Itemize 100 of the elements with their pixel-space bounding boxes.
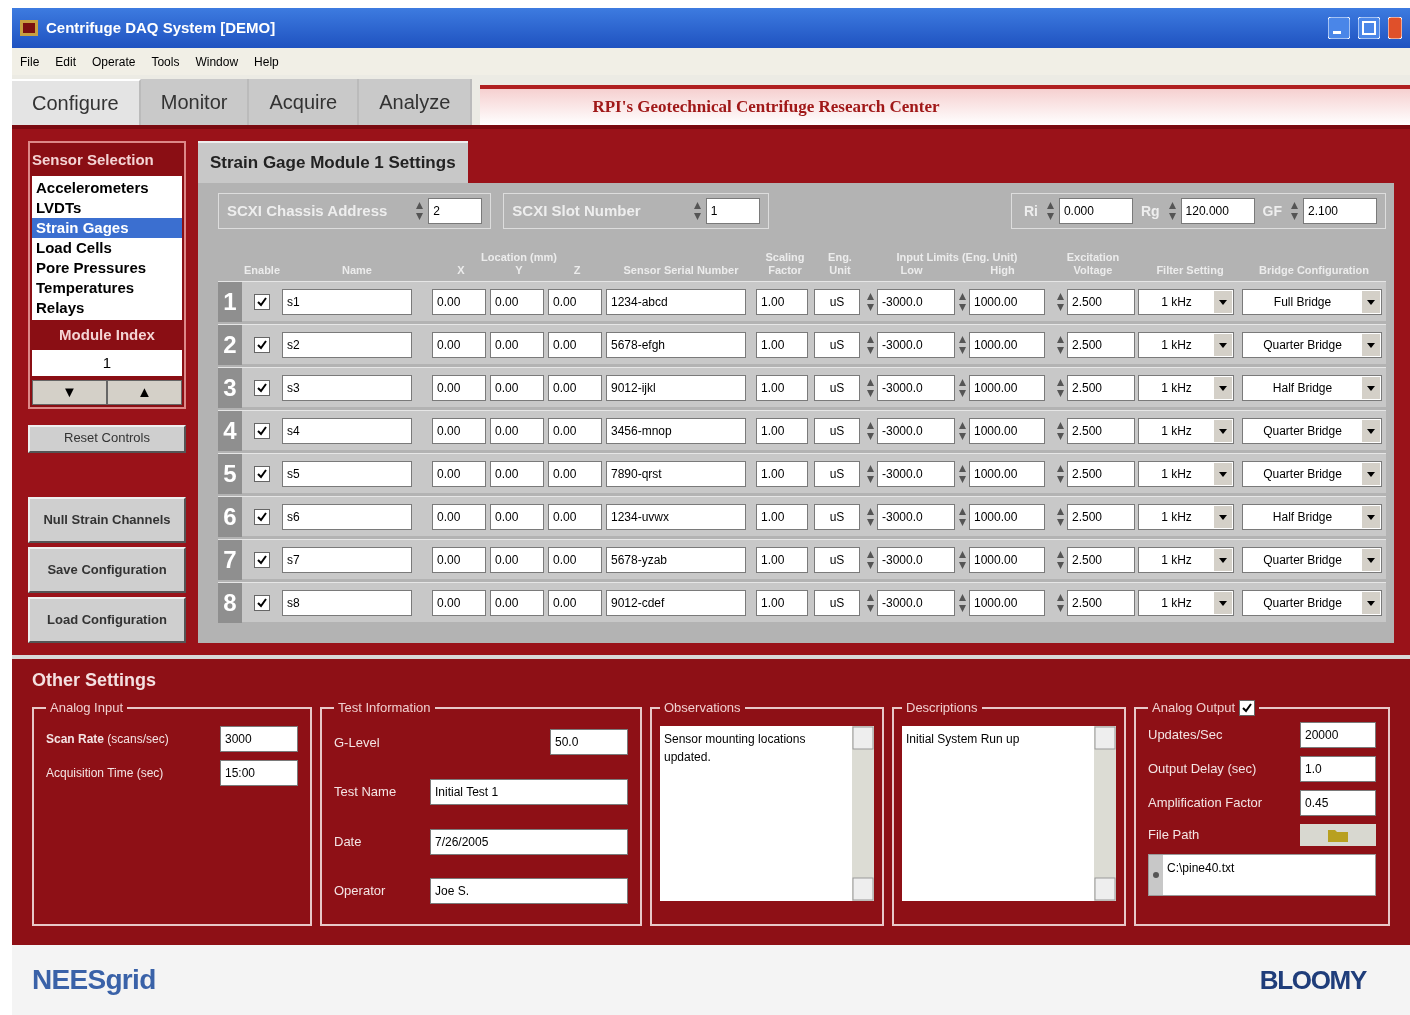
param-field[interactable]: 2.100 bbox=[1303, 198, 1377, 224]
low-field[interactable]: -3000.0 bbox=[877, 547, 955, 573]
high-field[interactable]: 1000.00 bbox=[969, 590, 1045, 616]
filter-dropdown[interactable]: 1 kHz bbox=[1138, 375, 1234, 401]
menu-item[interactable]: File bbox=[20, 52, 40, 71]
scaling-field[interactable]: 1.00 bbox=[756, 289, 808, 315]
filter-dropdown[interactable]: 1 kHz bbox=[1138, 461, 1234, 487]
serial-field[interactable]: 9012-ijkl bbox=[606, 375, 746, 401]
filter-dropdown[interactable]: 1 kHz bbox=[1138, 418, 1234, 444]
action-button[interactable]: Save Configuration bbox=[28, 547, 186, 593]
unit-field[interactable]: uS bbox=[814, 332, 860, 358]
output-field[interactable]: 1.0 bbox=[1300, 755, 1376, 782]
excitation-field[interactable]: 2.500 bbox=[1067, 547, 1135, 573]
y-field[interactable]: 0.00 bbox=[490, 418, 544, 444]
output-field[interactable]: 0.45 bbox=[1300, 789, 1376, 816]
param-field[interactable]: 120.000 bbox=[1180, 198, 1255, 224]
name-field[interactable]: s2 bbox=[282, 332, 412, 358]
spinner-icon[interactable] bbox=[958, 334, 967, 356]
menu-item[interactable]: Tools bbox=[151, 52, 180, 71]
action-button[interactable]: Null Strain Channels bbox=[28, 497, 186, 543]
spinner-icon[interactable] bbox=[1056, 549, 1065, 571]
name-field[interactable]: s1 bbox=[282, 289, 412, 315]
list-item[interactable]: Relays bbox=[32, 297, 182, 318]
high-field[interactable]: 1000.00 bbox=[969, 547, 1045, 573]
x-field[interactable]: 0.00 bbox=[432, 289, 486, 315]
checkbox[interactable] bbox=[254, 595, 270, 611]
x-field[interactable]: 0.00 bbox=[432, 332, 486, 358]
action-button[interactable]: Load Configuration bbox=[28, 597, 186, 643]
spinner-icon[interactable] bbox=[958, 463, 967, 485]
serial-field[interactable]: 5678-efgh bbox=[606, 332, 746, 358]
spinner-icon[interactable] bbox=[958, 592, 967, 614]
unit-field[interactable]: uS bbox=[814, 590, 860, 616]
tab[interactable]: Analyze bbox=[359, 79, 473, 125]
slot-field[interactable]: 1 bbox=[705, 198, 760, 224]
unit-field[interactable]: uS bbox=[814, 375, 860, 401]
excitation-field[interactable]: 2.500 bbox=[1067, 461, 1135, 487]
spinner-icon[interactable] bbox=[866, 334, 875, 356]
chassis-field[interactable]: 2 bbox=[428, 198, 483, 224]
spinner-icon[interactable] bbox=[866, 463, 875, 485]
spinner-icon[interactable] bbox=[866, 592, 875, 614]
name-field[interactable]: s5 bbox=[282, 461, 412, 487]
spinner-icon[interactable] bbox=[692, 200, 702, 222]
checkbox[interactable] bbox=[254, 509, 270, 525]
checkbox[interactable] bbox=[254, 466, 270, 482]
unit-field[interactable]: uS bbox=[814, 461, 860, 487]
bridge-dropdown[interactable]: Quarter Bridge bbox=[1242, 418, 1382, 444]
spinner-icon[interactable] bbox=[866, 506, 875, 528]
serial-field[interactable]: 1234-uvwx bbox=[606, 504, 746, 530]
module-tab[interactable]: Strain Gage Module 1 Settings bbox=[198, 141, 468, 183]
high-field[interactable]: 1000.00 bbox=[969, 375, 1045, 401]
spinner-icon[interactable] bbox=[958, 506, 967, 528]
tab[interactable]: Acquire bbox=[249, 79, 360, 125]
high-field[interactable]: 1000.00 bbox=[969, 332, 1045, 358]
unit-field[interactable]: uS bbox=[814, 289, 860, 315]
scaling-field[interactable]: 1.00 bbox=[756, 504, 808, 530]
filter-dropdown[interactable]: 1 kHz bbox=[1138, 547, 1234, 573]
spinner-icon[interactable] bbox=[1290, 200, 1299, 222]
down-button[interactable]: ▼ bbox=[32, 380, 107, 405]
filter-dropdown[interactable]: 1 kHz bbox=[1138, 289, 1234, 315]
name-field[interactable]: s6 bbox=[282, 504, 412, 530]
x-field[interactable]: 0.00 bbox=[432, 590, 486, 616]
info-field[interactable]: 50.0 bbox=[550, 729, 628, 756]
spinner-icon[interactable] bbox=[1056, 420, 1065, 442]
y-field[interactable]: 0.00 bbox=[490, 461, 544, 487]
spinner-icon[interactable] bbox=[1045, 200, 1055, 222]
spinner-icon[interactable] bbox=[1056, 291, 1065, 313]
info-field[interactable]: Joe S. bbox=[430, 878, 628, 905]
name-field[interactable]: s3 bbox=[282, 375, 412, 401]
y-field[interactable]: 0.00 bbox=[490, 332, 544, 358]
bridge-dropdown[interactable]: Half Bridge bbox=[1242, 375, 1382, 401]
menu-item[interactable]: Help bbox=[254, 52, 279, 71]
bridge-dropdown[interactable]: Quarter Bridge bbox=[1242, 461, 1382, 487]
spinner-icon[interactable] bbox=[958, 291, 967, 313]
x-field[interactable]: 0.00 bbox=[432, 375, 486, 401]
unit-field[interactable]: uS bbox=[814, 418, 860, 444]
z-field[interactable]: 0.00 bbox=[548, 547, 602, 573]
scaling-field[interactable]: 1.00 bbox=[756, 547, 808, 573]
list-item[interactable]: Temperatures bbox=[32, 277, 182, 298]
y-field[interactable]: 0.00 bbox=[490, 590, 544, 616]
acquisition-time-field[interactable]: 15:00 bbox=[220, 759, 298, 786]
y-field[interactable]: 0.00 bbox=[490, 547, 544, 573]
tab[interactable]: Configure bbox=[12, 79, 141, 125]
excitation-field[interactable]: 2.500 bbox=[1067, 504, 1135, 530]
serial-field[interactable]: 1234-abcd bbox=[606, 289, 746, 315]
spinner-icon[interactable] bbox=[1167, 200, 1177, 222]
list-item[interactable]: Accelerometers bbox=[32, 177, 182, 198]
high-field[interactable]: 1000.00 bbox=[969, 418, 1045, 444]
name-field[interactable]: s4 bbox=[282, 418, 412, 444]
z-field[interactable]: 0.00 bbox=[548, 418, 602, 444]
scaling-field[interactable]: 1.00 bbox=[756, 590, 808, 616]
name-field[interactable]: s7 bbox=[282, 547, 412, 573]
spinner-icon[interactable] bbox=[866, 377, 875, 399]
file-path-field[interactable]: C:\pine40.txt bbox=[1148, 853, 1376, 896]
filter-dropdown[interactable]: 1 kHz bbox=[1138, 590, 1234, 616]
scaling-field[interactable]: 1.00 bbox=[756, 418, 808, 444]
info-field[interactable]: 7/26/2005 bbox=[430, 828, 628, 855]
scaling-field[interactable]: 1.00 bbox=[756, 375, 808, 401]
filter-dropdown[interactable]: 1 kHz bbox=[1138, 332, 1234, 358]
list-item[interactable]: Pore Pressures bbox=[32, 257, 182, 278]
z-field[interactable]: 0.00 bbox=[548, 590, 602, 616]
